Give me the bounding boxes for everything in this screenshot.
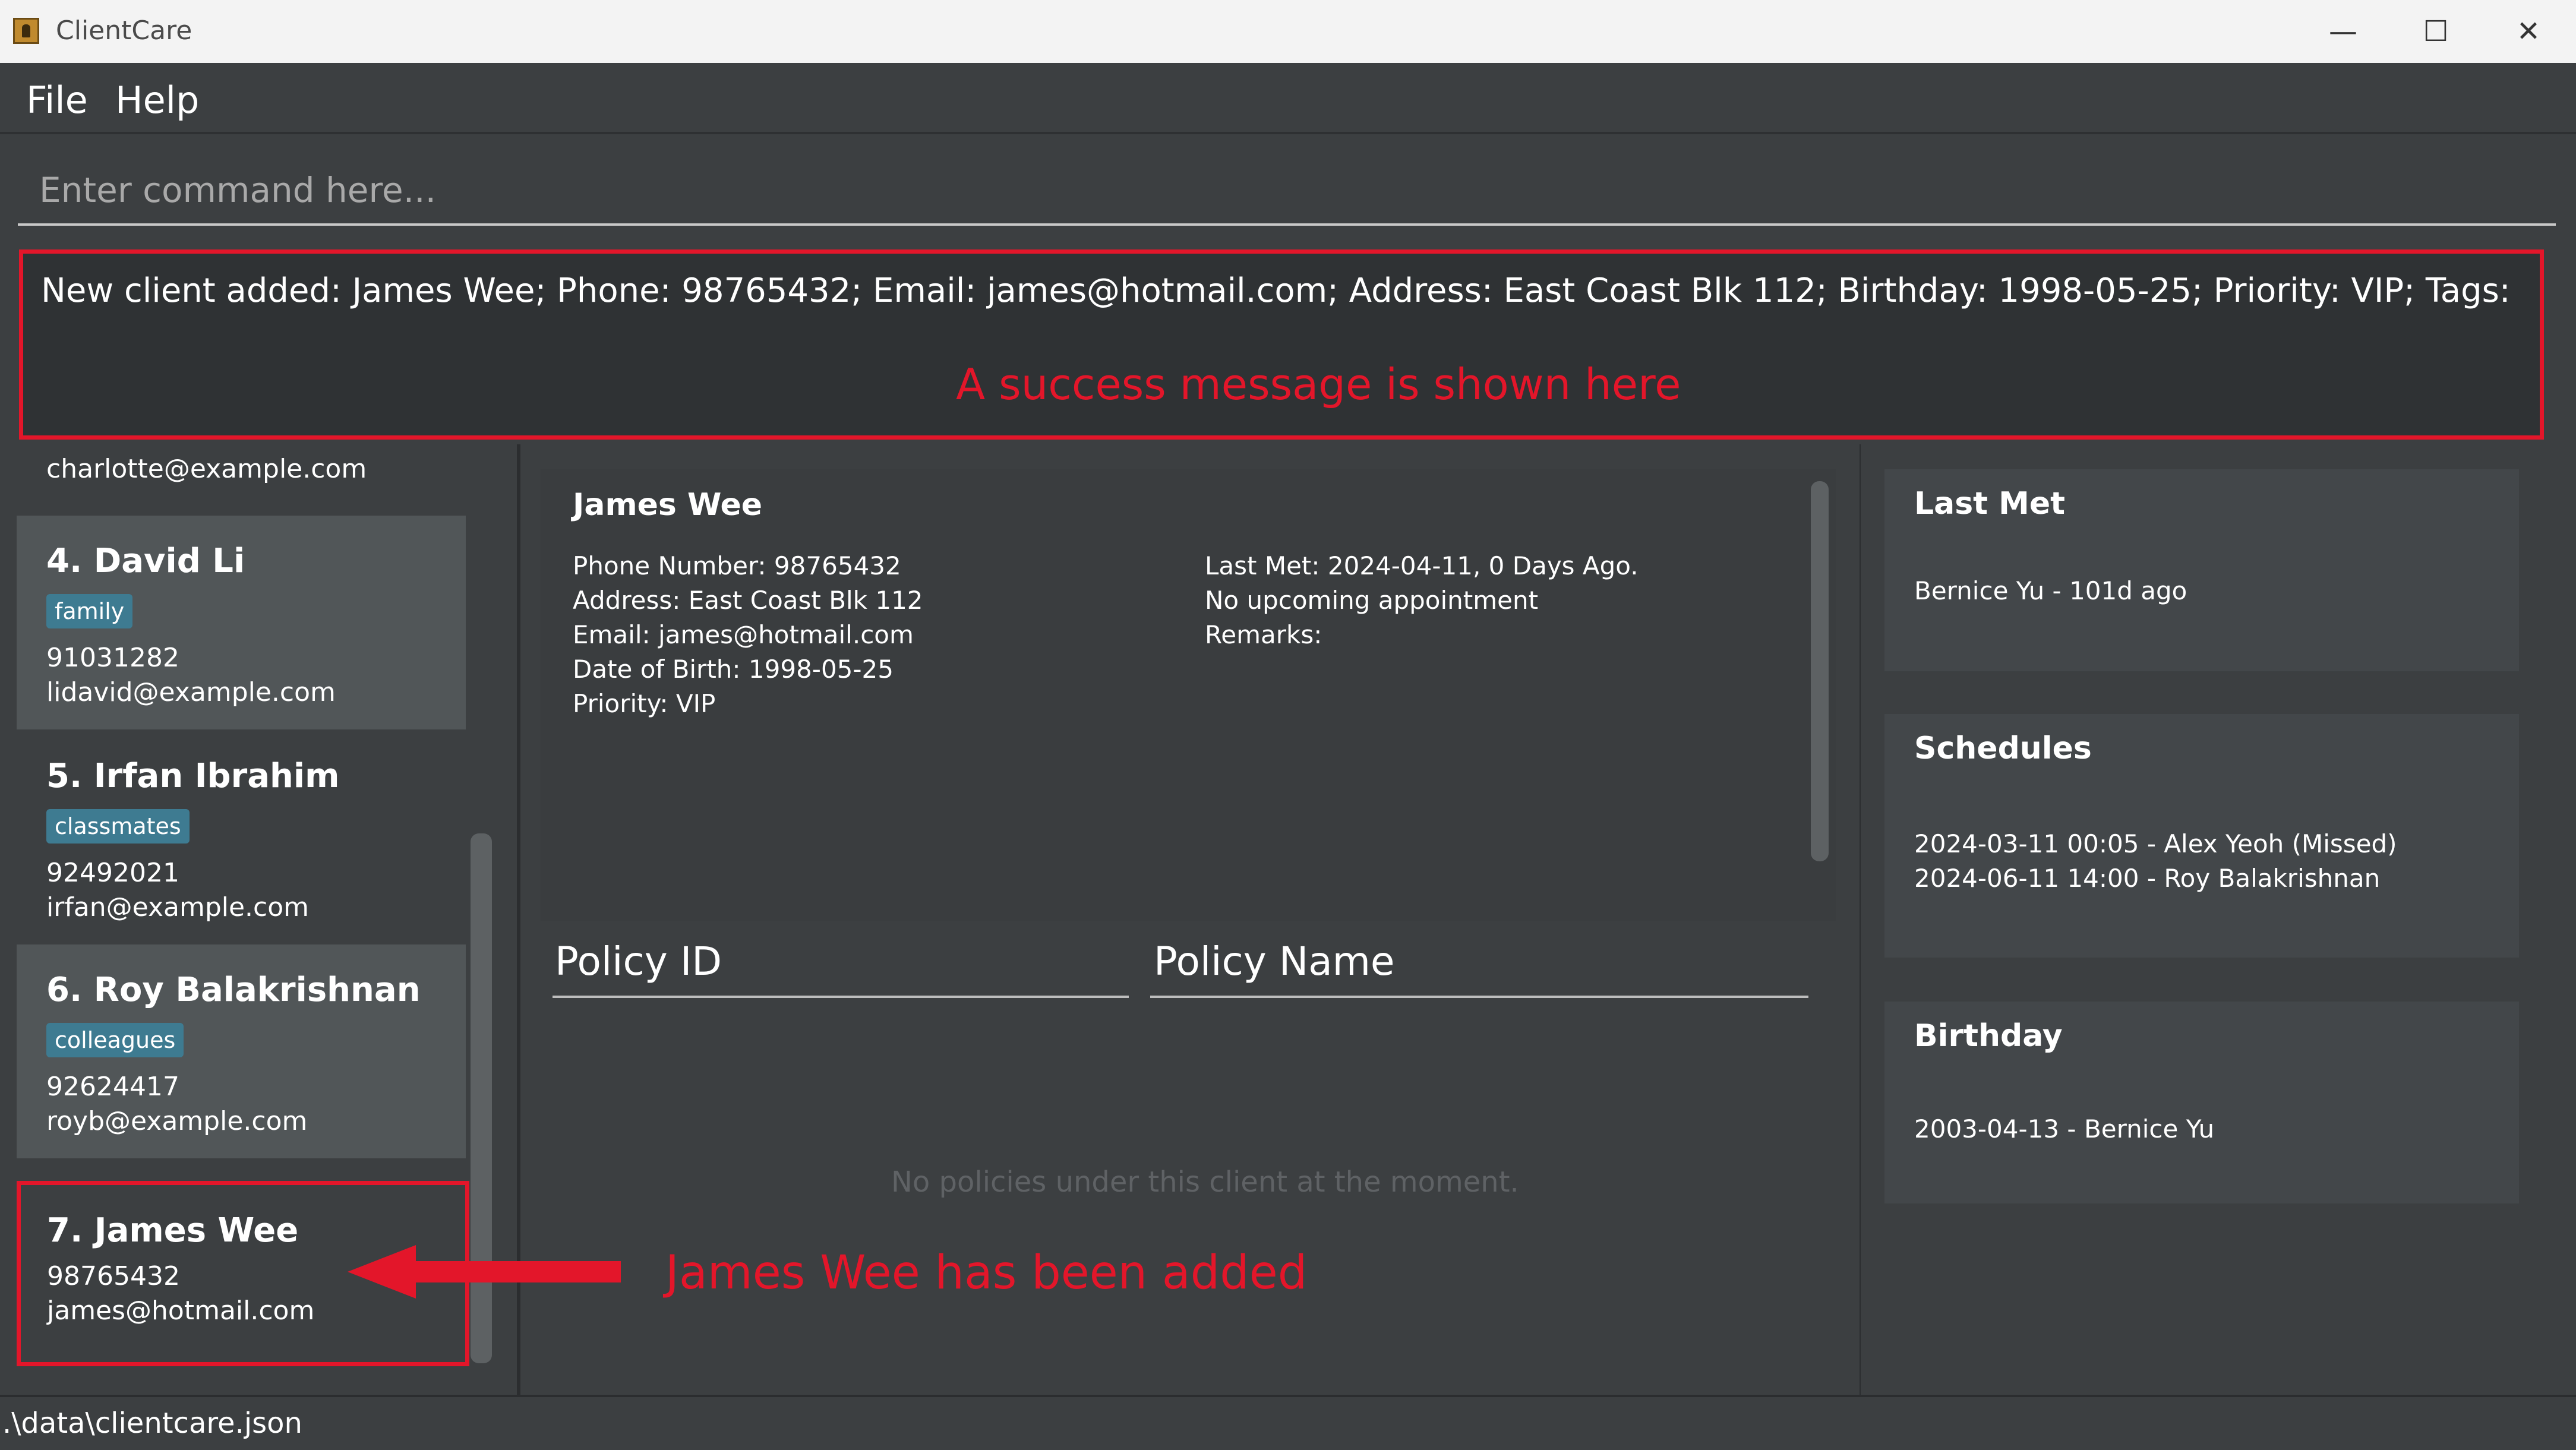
minimize-button[interactable]: — [2302, 8, 2385, 55]
detail-client-name: James Wee [573, 487, 762, 523]
last-met-panel: Last Met Bernice Yu - 101d ago [1884, 469, 2519, 671]
client-card-5[interactable]: 5. Irfan Ibrahim classmates 92492021 irf… [17, 731, 466, 944]
client-email: irfan@example.com [46, 892, 309, 923]
detail-appointment: No upcoming appointment [1205, 586, 1539, 615]
client-email: royb@example.com [46, 1106, 308, 1136]
detail-scrollbar[interactable] [1811, 481, 1829, 861]
client-tag: colleagues [46, 1023, 184, 1057]
client-tag: family [46, 594, 133, 628]
detail-remarks: Remarks: [1205, 620, 1322, 649]
detail-phone: Phone Number: 98765432 [573, 551, 901, 580]
status-bar: .\data\clientcare.json [0, 1395, 2576, 1450]
policy-empty-message: No policies under this client at the mom… [891, 1165, 1519, 1199]
schedule-entry: 2024-03-11 00:05 - Alex Yeoh (Missed) [1914, 829, 2397, 858]
birthday-panel: Birthday 2003-04-13 - Bernice Yu [1884, 1002, 2519, 1203]
detail-dob: Date of Birth: 1998-05-25 [573, 655, 894, 684]
client-detail-panel: James Wee Phone Number: 98765432 Address… [541, 469, 1836, 921]
side-panels: Last Met Bernice Yu - 101d ago Schedules… [1861, 444, 2576, 1395]
annotation-added: James Wee has been added [665, 1246, 1308, 1300]
policy-id-underline [553, 996, 1129, 998]
client-email: james@hotmail.com [47, 1296, 315, 1326]
list-item-email-cut: charlotte@example.com [46, 454, 367, 484]
title-bar: ClientCare — ☐ ✕ [0, 0, 2576, 63]
client-tag: classmates [46, 809, 190, 844]
client-phone: 98765432 [47, 1261, 180, 1291]
command-box [18, 149, 2556, 226]
detail-last-met: Last Met: 2024-04-11, 0 Days Ago. [1205, 551, 1639, 580]
schedule-entry: 2024-06-11 14:00 - Roy Balakrishnan [1914, 864, 2381, 893]
client-card-6[interactable]: 6. Roy Balakrishnan colleagues 92624417 … [17, 944, 466, 1158]
policy-name-underline [1150, 996, 1808, 998]
client-name: 7. James Wee [47, 1211, 299, 1250]
client-name: 6. Roy Balakrishnan [46, 971, 421, 1009]
menu-help[interactable]: Help [115, 78, 199, 122]
client-phone: 91031282 [46, 643, 179, 673]
client-name: 5. Irfan Ibrahim [46, 757, 340, 795]
policy-id-header[interactable]: Policy ID [555, 939, 722, 984]
birthday-entry: 2003-04-13 - Bernice Yu [1914, 1114, 2215, 1143]
client-name: 4. David Li [46, 542, 245, 580]
schedules-panel: Schedules 2024-03-11 00:05 - Alex Yeoh (… [1884, 714, 2519, 958]
menu-bar: File Help [0, 63, 2576, 134]
policy-name-header[interactable]: Policy Name [1154, 939, 1395, 984]
schedules-title: Schedules [1914, 731, 2092, 766]
result-message: New client added: James Wee; Phone: 9876… [41, 271, 2511, 310]
maximize-button[interactable]: ☐ [2394, 8, 2477, 55]
window-title: ClientCare [56, 15, 192, 46]
client-card-4[interactable]: 4. David Li family 91031282 lidavid@exam… [17, 516, 466, 729]
birthday-title: Birthday [1914, 1018, 2063, 1054]
menu-file[interactable]: File [26, 78, 88, 122]
detail-address: Address: East Coast Blk 112 [573, 586, 923, 615]
client-phone: 92492021 [46, 858, 179, 888]
annotation-success: A success message is shown here [956, 359, 1681, 409]
annotation-arrow-icon [348, 1245, 621, 1299]
last-met-title: Last Met [1914, 486, 2066, 522]
detail-priority: Priority: VIP [573, 689, 716, 718]
last-met-entry: Bernice Yu - 101d ago [1914, 576, 2187, 605]
app-icon [13, 18, 39, 44]
client-phone: 92624417 [46, 1072, 179, 1102]
detail-email: Email: james@hotmail.com [573, 620, 914, 649]
result-display: New client added: James Wee; Phone: 9876… [19, 249, 2544, 440]
data-file-path: .\data\clientcare.json [2, 1407, 302, 1440]
close-button[interactable]: ✕ [2487, 8, 2570, 55]
client-email: lidavid@example.com [46, 677, 336, 707]
command-input[interactable] [39, 166, 2534, 214]
